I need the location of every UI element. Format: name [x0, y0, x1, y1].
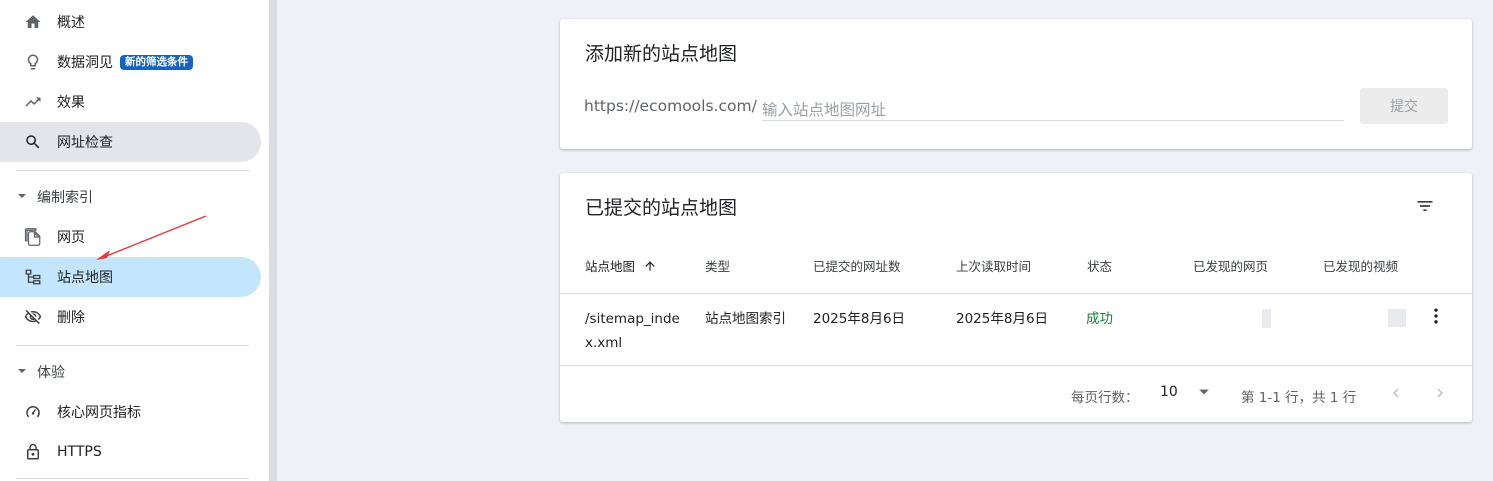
eye-off-icon — [24, 308, 42, 326]
card-title: 已提交的站点地图 — [585, 197, 738, 219]
filter-icon — [1417, 201, 1433, 211]
chevron-right-icon — [1437, 388, 1443, 398]
section-header-indexing[interactable]: 编制索引 — [0, 181, 93, 213]
sidebar-scrollbar[interactable] — [269, 0, 277, 481]
rows-per-page-select[interactable]: 10 — [1160, 384, 1210, 400]
more-vert-icon — [1434, 308, 1438, 324]
search-icon — [24, 133, 42, 151]
rows-per-page-label: 每页行数： — [1071, 390, 1139, 406]
submit-button[interactable]: 提交 — [1360, 88, 1448, 124]
arrow-up-icon — [645, 260, 655, 271]
sidebar-divider — [16, 170, 249, 171]
cell-last-read: 2025年8月6日 — [956, 311, 1049, 327]
sidebar-item-label: HTTPS — [57, 444, 102, 460]
column-header-status[interactable]: 状态 — [1087, 256, 1112, 275]
sidebar-item-label: 效果 — [57, 95, 85, 111]
sidebar-item-label: 数据洞见 — [57, 55, 113, 71]
section-title: 编制索引 — [37, 190, 93, 206]
column-header-submitted-urls[interactable]: 已提交的网址数 — [813, 256, 901, 275]
cell-type: 站点地图索引 — [705, 311, 786, 327]
sidebar-item-url-inspection[interactable]: 网址检查 — [0, 122, 261, 162]
caret-down-icon — [17, 189, 27, 205]
sidebar-item-label: 概述 — [57, 15, 85, 31]
section-title: 体验 — [37, 365, 65, 381]
sidebar-item-overview[interactable]: 概述 — [0, 2, 261, 42]
section-header-experience[interactable]: 体验 — [0, 356, 65, 388]
lock-icon — [24, 443, 42, 461]
sidebar-divider — [16, 478, 249, 479]
sidebar-item-label: 网页 — [57, 230, 85, 246]
sitemap-url-input[interactable] — [762, 99, 1344, 121]
prev-page-button[interactable] — [1384, 381, 1408, 405]
sidebar-item-core-web-vitals[interactable]: 核心网页指标 — [0, 392, 261, 432]
column-header-label: 站点地图 — [585, 259, 636, 274]
sidebar-item-removals[interactable]: 删除 — [0, 297, 261, 337]
home-icon — [24, 13, 42, 31]
lightbulb-icon — [24, 53, 42, 71]
sidebar: 概述 数据洞见 新的筛选条件 效果 网址检查 编制索引 网页 站点地图 删除 体… — [0, 0, 269, 481]
chevron-left-icon — [1393, 388, 1399, 398]
column-header-type[interactable]: 类型 — [705, 256, 730, 275]
sidebar-item-performance[interactable]: 效果 — [0, 82, 261, 122]
row-divider — [560, 293, 1472, 294]
column-header-last-read[interactable]: 上次读取时间 — [956, 256, 1031, 275]
sidebar-item-pages[interactable]: 网页 — [0, 217, 261, 257]
caret-down-icon — [17, 364, 27, 380]
sidebar-item-sitemaps[interactable]: 站点地图 — [0, 257, 261, 297]
sidebar-item-label: 网址检查 — [57, 135, 113, 151]
cell-discovered-pages-redacted — [1262, 309, 1271, 328]
sidebar-item-label: 删除 — [57, 310, 85, 326]
trending-up-icon — [24, 93, 42, 111]
add-sitemap-card: 添加新的站点地图 https://ecomools.com/ 提交 — [560, 19, 1472, 149]
submitted-sitemaps-card: 已提交的站点地图 站点地图 类型 已提交的网址数 上次读取时间 状态 已发现的网… — [560, 173, 1472, 422]
column-header-sitemap[interactable]: 站点地图 — [585, 256, 657, 275]
sidebar-divider — [16, 345, 249, 346]
speedometer-icon — [24, 403, 42, 421]
caret-down-icon — [1199, 389, 1209, 395]
next-page-button[interactable] — [1428, 381, 1452, 405]
pages-icon — [24, 228, 42, 246]
cell-status: 成功 — [1086, 311, 1113, 327]
column-header-discovered-videos[interactable]: 已发现的视频 — [1323, 256, 1398, 275]
sidebar-item-https[interactable]: HTTPS — [0, 432, 261, 472]
sidebar-item-label: 核心网页指标 — [57, 405, 141, 421]
rows-per-page-value: 10 — [1160, 384, 1178, 400]
new-filters-badge: 新的筛选条件 — [120, 54, 193, 70]
cell-submitted-urls: 2025年8月6日 — [813, 311, 906, 327]
url-prefix: https://ecomools.com/ — [584, 97, 757, 115]
cell-discovered-videos-redacted — [1388, 309, 1406, 327]
sidebar-item-insights[interactable]: 数据洞见 新的筛选条件 — [0, 42, 261, 82]
column-header-discovered-pages[interactable]: 已发现的网页 — [1193, 256, 1268, 275]
filter-button[interactable] — [1410, 191, 1440, 221]
card-title: 添加新的站点地图 — [585, 43, 738, 65]
row-more-button[interactable] — [1424, 304, 1448, 328]
sidebar-item-label: 站点地图 — [57, 270, 113, 286]
cell-sitemap-path[interactable]: /sitemap_index.xml — [585, 307, 685, 355]
pagination-range: 第 1-1 行，共 1 行 — [1241, 390, 1357, 406]
sitemap-icon — [24, 268, 42, 286]
row-divider — [560, 365, 1472, 366]
